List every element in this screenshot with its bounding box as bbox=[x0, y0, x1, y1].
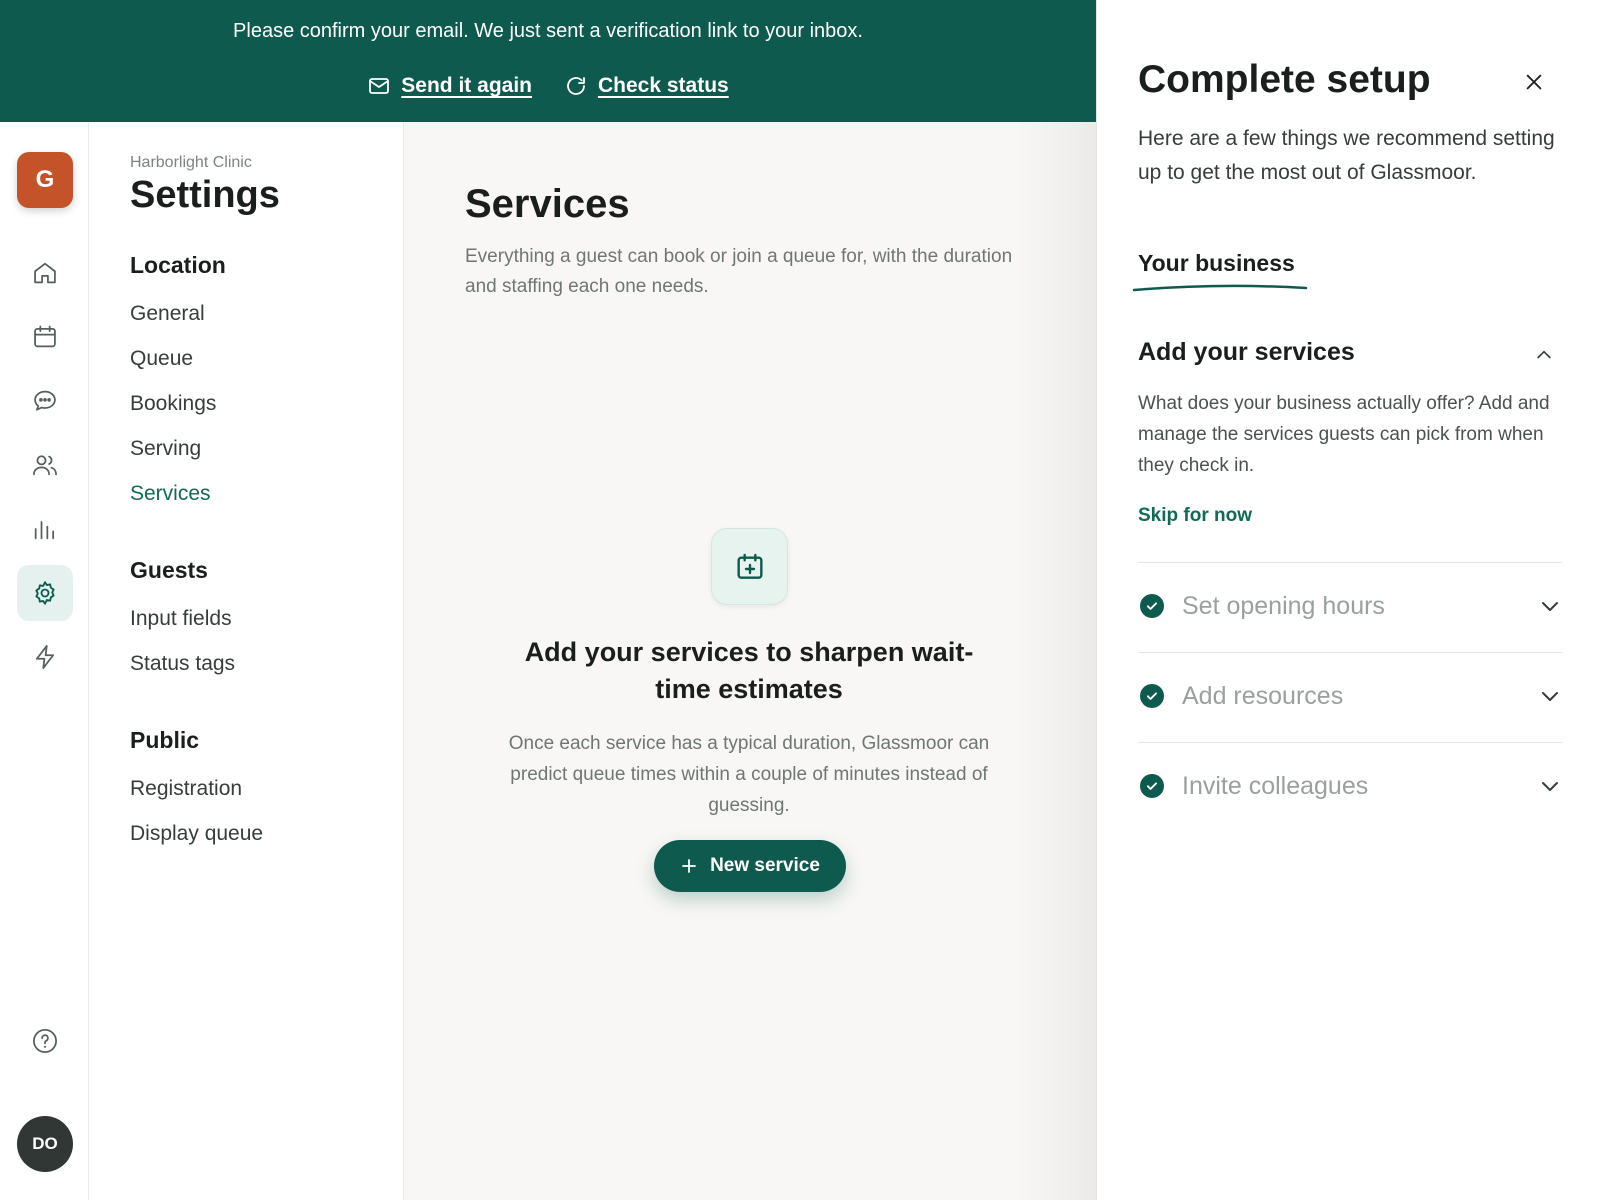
check-circle-icon bbox=[1140, 684, 1164, 708]
settings-nav: Harborlight Clinic Settings Location Gen… bbox=[89, 122, 404, 1200]
chevron-down-icon bbox=[1542, 782, 1558, 791]
check-status-link[interactable]: Check status bbox=[564, 74, 729, 98]
settings-title: Settings bbox=[130, 174, 280, 216]
nav-item-serving[interactable]: Serving bbox=[130, 437, 201, 461]
divider bbox=[1138, 742, 1562, 743]
nav-item-queue[interactable]: Queue bbox=[130, 347, 193, 371]
step-add-resources[interactable]: Add resources bbox=[1138, 666, 1562, 726]
panel-title: Complete setup bbox=[1138, 58, 1431, 101]
nav-item-services[interactable]: Services bbox=[130, 482, 211, 506]
nav-item-general[interactable]: General bbox=[130, 302, 205, 326]
home-icon[interactable] bbox=[17, 245, 73, 301]
refresh-icon bbox=[567, 77, 585, 95]
check-circle-icon bbox=[1140, 594, 1164, 618]
page-description: Everything a guest can book or join a qu… bbox=[465, 246, 1013, 297]
analytics-icon[interactable] bbox=[17, 501, 73, 557]
workspace-logo[interactable]: G bbox=[17, 152, 73, 208]
nav-item-input-fields[interactable]: Input fields bbox=[130, 607, 232, 631]
step-label: Add resources bbox=[1182, 681, 1344, 710]
icon-rail: G DO bbox=[0, 122, 89, 1200]
chat-icon[interactable] bbox=[17, 373, 73, 429]
chevron-down-icon bbox=[1542, 602, 1558, 611]
page-title: Services bbox=[465, 182, 630, 226]
panel-description: Here are a few things we recommend setti… bbox=[1138, 127, 1555, 184]
check-circle-icon bbox=[1140, 774, 1164, 798]
plus-icon bbox=[682, 859, 696, 873]
org-name: Harborlight Clinic bbox=[130, 154, 252, 171]
tab-your-business[interactable]: Your business bbox=[1138, 250, 1295, 277]
banner-actions: Send it again Check status bbox=[0, 74, 1096, 98]
step-add-services-title[interactable]: Add your services bbox=[1138, 338, 1355, 367]
nav-item-bookings[interactable]: Bookings bbox=[130, 392, 216, 416]
complete-setup-panel: Complete setup Here are a few things we … bbox=[1096, 0, 1600, 1200]
email-verification-banner: Please confirm your email. We just sent … bbox=[0, 0, 1096, 122]
send-again-link[interactable]: Send it again bbox=[367, 74, 532, 98]
calendar-icon[interactable] bbox=[17, 309, 73, 365]
divider bbox=[1138, 652, 1562, 653]
nav-section-guests: Guests bbox=[130, 557, 208, 583]
calendar-plus-icon bbox=[711, 528, 788, 605]
nav-item-status-tags[interactable]: Status tags bbox=[130, 652, 235, 676]
step-label: Invite colleagues bbox=[1182, 771, 1369, 800]
close-icon[interactable] bbox=[1516, 64, 1552, 100]
nav-section-location: Location bbox=[130, 252, 226, 278]
gear-icon[interactable] bbox=[17, 565, 73, 621]
nav-item-display-queue[interactable]: Display queue bbox=[130, 822, 263, 846]
step-add-services-description: What does your business actually offer? … bbox=[1138, 393, 1550, 476]
divider bbox=[1138, 562, 1562, 563]
new-service-button[interactable]: New service bbox=[654, 840, 846, 892]
banner-message: Please confirm your email. We just sent … bbox=[233, 20, 863, 42]
help-icon[interactable] bbox=[17, 1013, 73, 1069]
send-again-label: Send it again bbox=[401, 74, 532, 97]
lightning-icon[interactable] bbox=[17, 629, 73, 685]
nav-item-registration[interactable]: Registration bbox=[130, 777, 242, 801]
step-set-opening-hours[interactable]: Set opening hours bbox=[1138, 576, 1562, 636]
empty-state-title: Add your services to sharpen wait-time e… bbox=[524, 637, 974, 704]
users-icon[interactable] bbox=[17, 437, 73, 493]
nav-section-public: Public bbox=[130, 727, 200, 753]
step-invite-colleagues[interactable]: Invite colleagues bbox=[1138, 756, 1562, 816]
chevron-up-icon[interactable] bbox=[1529, 340, 1559, 370]
chevron-down-icon bbox=[1542, 692, 1558, 701]
services-page: Services Everything a guest can book or … bbox=[404, 122, 1096, 1200]
mail-icon bbox=[369, 78, 390, 94]
check-status-label: Check status bbox=[597, 74, 729, 97]
skip-for-now-link[interactable]: Skip for now bbox=[1138, 505, 1252, 527]
tab-underline bbox=[1132, 284, 1308, 292]
new-service-label: New service bbox=[710, 855, 820, 876]
step-label: Set opening hours bbox=[1182, 591, 1385, 620]
avatar[interactable]: DO bbox=[17, 1116, 73, 1172]
empty-state-description: Once each service has a typical duration… bbox=[508, 733, 990, 816]
